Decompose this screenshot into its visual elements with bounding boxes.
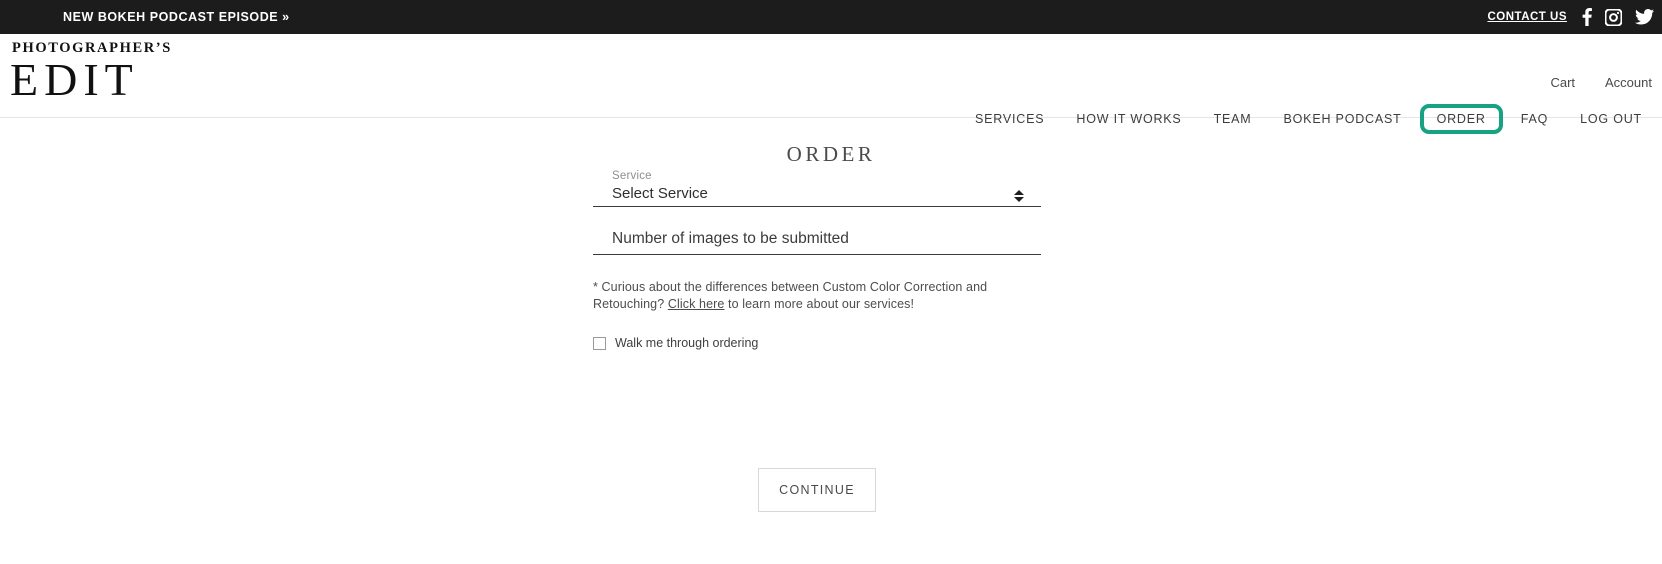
order-page-main: ORDER Service Select Service * Curious a… <box>0 118 1662 562</box>
top-utility-bar: NEW BOKEH PODCAST EPISODE » CONTACT US <box>0 0 1662 34</box>
instagram-icon[interactable] <box>1605 8 1622 26</box>
continue-button-wrap: CONTINUE <box>593 468 1041 512</box>
click-here-link[interactable]: Click here <box>668 297 725 311</box>
services-info-text: * Curious about the differences between … <box>593 279 1015 312</box>
chevron-updown-icon[interactable] <box>1014 190 1024 202</box>
cart-link[interactable]: Cart <box>1550 75 1575 90</box>
walkthrough-checkbox-label[interactable]: Walk me through ordering <box>615 336 758 350</box>
site-header: PHOTOGRAPHER’S EDIT Cart Account SERVICE… <box>0 34 1662 134</box>
order-form: Service Select Service * Curious about t… <box>593 168 1041 350</box>
site-logo[interactable]: PHOTOGRAPHER’S EDIT <box>10 41 172 103</box>
chevron-up-icon <box>1014 190 1024 195</box>
walkthrough-checkbox[interactable] <box>593 336 606 350</box>
walkthrough-checkbox-row[interactable]: Walk me through ordering <box>593 336 1041 350</box>
contact-us-link[interactable]: CONTACT US <box>1487 11 1567 23</box>
facebook-icon[interactable] <box>1582 8 1592 26</box>
top-bar-right-group: CONTACT US <box>1487 8 1654 26</box>
continue-button[interactable]: CONTINUE <box>758 468 876 512</box>
twitter-icon[interactable] <box>1635 9 1654 25</box>
chevron-down-icon <box>1014 197 1024 202</box>
podcast-promo-link[interactable]: NEW BOKEH PODCAST EPISODE » <box>63 10 290 24</box>
header-utility-links: Cart Account <box>1550 75 1652 90</box>
social-links <box>1582 8 1654 26</box>
image-count-field[interactable] <box>593 229 1041 255</box>
service-select-label: Service <box>612 170 652 182</box>
service-select-value: Select Service <box>612 185 708 202</box>
info-text-part-two: to learn more about our services! <box>724 296 915 311</box>
page-title: ORDER <box>786 142 876 166</box>
account-link[interactable]: Account <box>1605 75 1652 90</box>
service-select[interactable]: Service Select Service <box>593 168 1041 207</box>
image-count-input[interactable] <box>593 229 1041 249</box>
logo-wordmark: EDIT <box>10 53 139 105</box>
